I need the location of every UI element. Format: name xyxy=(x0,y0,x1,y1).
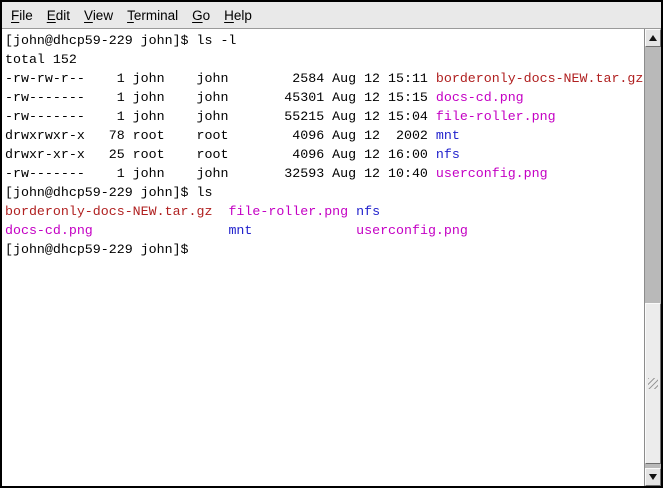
terminal-text: [john@dhcp59-229 john]$ ls xyxy=(5,185,212,200)
terminal-text xyxy=(348,204,356,219)
menu-bar: FileEditViewTerminalGoHelp xyxy=(2,2,661,29)
menu-item-file[interactable]: File xyxy=(4,5,40,26)
up-arrow-icon xyxy=(649,35,657,41)
terminal-filename: userconfig.png xyxy=(436,166,548,181)
menu-item-mnemonic: F xyxy=(11,8,19,23)
scrollbar-grip-icon xyxy=(648,378,658,389)
terminal-text: drwxrwxr-x 78 root root 4096 Aug 12 2002 xyxy=(5,128,436,143)
terminal-content: [john@dhcp59-229 john]$ ls -l total 152 … xyxy=(2,29,661,486)
menu-item-mnemonic: H xyxy=(224,8,234,23)
terminal-text: -rw------- 1 john john 45301 Aug 12 15:1… xyxy=(5,90,436,105)
scrollbar[interactable] xyxy=(644,29,661,486)
menu-item-mnemonic: V xyxy=(84,8,93,23)
terminal-filename: borderonly-docs-NEW.tar.gz xyxy=(5,204,212,219)
terminal-text: [john@dhcp59-229 john]$ ls -l xyxy=(5,33,236,48)
menu-item-view[interactable]: View xyxy=(77,5,120,26)
terminal-filename: docs-cd.png xyxy=(436,90,524,105)
terminal-output[interactable]: [john@dhcp59-229 john]$ ls -l total 152 … xyxy=(2,29,644,486)
terminal-filename: borderonly-docs-NEW.tar.gz xyxy=(436,71,643,86)
menu-item-edit[interactable]: Edit xyxy=(40,5,77,26)
menu-item-mnemonic: G xyxy=(192,8,203,23)
menu-item-mnemonic: T xyxy=(127,8,134,23)
terminal-filename: nfs xyxy=(356,204,380,219)
scroll-up-button[interactable] xyxy=(645,29,661,47)
terminal-window: FileEditViewTerminalGoHelp [john@dhcp59-… xyxy=(0,0,663,488)
menu-item-mnemonic: E xyxy=(47,8,56,23)
terminal-filename: mnt xyxy=(228,223,252,238)
menu-item-help[interactable]: Help xyxy=(217,5,259,26)
terminal-filename: file-roller.png xyxy=(228,204,348,219)
terminal-text: [john@dhcp59-229 john]$ xyxy=(5,242,197,257)
terminal-text xyxy=(252,223,356,238)
scrollbar-thumb[interactable] xyxy=(645,303,661,464)
terminal-filename: nfs xyxy=(436,147,460,162)
terminal-text xyxy=(93,223,229,238)
terminal-text: -rw------- 1 john john 55215 Aug 12 15:0… xyxy=(5,109,436,124)
terminal-filename: mnt xyxy=(436,128,460,143)
menu-item-go[interactable]: Go xyxy=(185,5,217,26)
menu-item-terminal[interactable]: Terminal xyxy=(120,5,185,26)
terminal-filename: docs-cd.png xyxy=(5,223,93,238)
terminal-text: total 152 xyxy=(5,52,77,67)
terminal-text: -rw------- 1 john john 32593 Aug 12 10:4… xyxy=(5,166,436,181)
terminal-filename: userconfig.png xyxy=(356,223,468,238)
terminal-filename: file-roller.png xyxy=(436,109,556,124)
down-arrow-icon xyxy=(649,474,657,480)
terminal-text xyxy=(212,204,228,219)
scroll-down-button[interactable] xyxy=(645,468,661,486)
terminal-text: -rw-rw-r-- 1 john john 2584 Aug 12 15:11 xyxy=(5,71,436,86)
terminal-text: drwxr-xr-x 25 root root 4096 Aug 12 16:0… xyxy=(5,147,436,162)
